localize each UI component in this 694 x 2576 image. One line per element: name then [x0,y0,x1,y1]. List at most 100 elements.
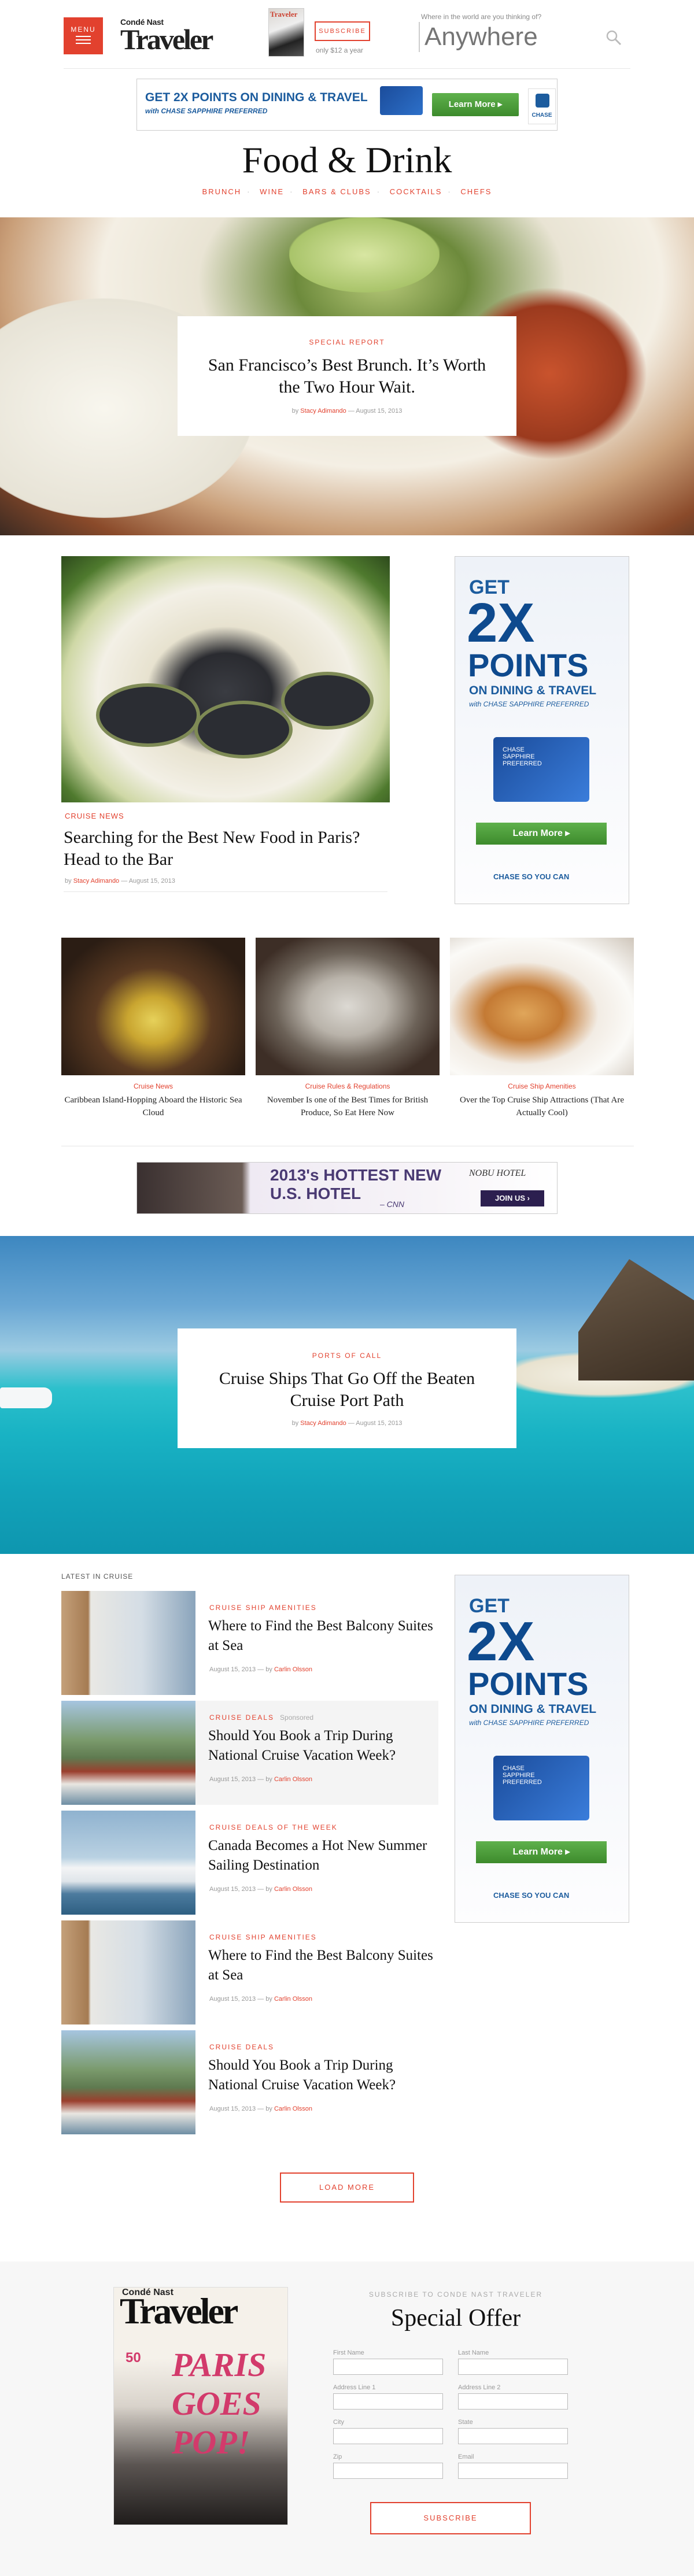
chase-sidebar-ad[interactable]: GET 2X POINTS ON DINING & TRAVEL with CH… [455,1575,629,1923]
address2-field[interactable] [458,2393,568,2410]
byline-author-link[interactable]: Stacy Adimando [73,878,120,884]
page-title: Food & Drink [242,139,452,180]
card-line: CHASE [503,746,525,753]
list-item[interactable]: CRUISE SHIP AMENITIES Where to Find the … [61,1920,438,2024]
search-input[interactable] [419,22,619,52]
credit-card-image: CHASE SAPPHIRE PREFERRED [493,1756,589,1820]
magazine-cover-thumbnail[interactable]: Traveler [268,8,304,57]
ad-learn-more-button[interactable]: Learn More ▸ [476,823,607,845]
subscribe-button[interactable]: SUBSCRIBE [315,21,370,41]
state-field[interactable] [458,2428,568,2444]
tile-kicker[interactable]: Cruise Rules & Regulations [256,1082,440,1090]
tile-title[interactable]: November Is one of the Best Times for Br… [256,1094,440,1119]
byline-author-link[interactable]: Carlin Olsson [274,1886,312,1893]
hero-title[interactable]: Cruise Ships That Go Off the Beaten Crui… [212,1368,482,1412]
address1-field[interactable] [333,2393,443,2410]
kicker-text: CRUISE SHIP AMENITIES [209,1604,317,1612]
feature-kicker[interactable]: CRUISE NEWS [65,812,124,820]
subscribe-submit-button[interactable]: SUBSCRIBE [370,2502,531,2534]
hero-card[interactable]: SPECIAL REPORT San Francisco’s Best Brun… [178,316,516,436]
nobu-hotel-banner-ad[interactable]: 2013's HOTTEST NEW U.S. HOTEL – CNN NOBU… [136,1162,558,1214]
article-thumbnail[interactable] [61,1811,195,1915]
byline-date: August 15, 2013 [209,1886,256,1893]
card-line: PREFERRED [503,1779,542,1786]
article-thumbnail[interactable] [61,2030,195,2134]
logo-wordmark: Traveler [120,23,213,55]
hero-byline: by Stacy Adimando — August 15, 2013 [178,408,516,414]
article-title[interactable]: Where to Find the Best Balcony Suites at… [208,1946,434,1985]
byline-by: by [265,1886,272,1893]
ad-line1: 2013's HOTTEST NEW [270,1166,442,1184]
credit-card-image [380,86,423,115]
ad-join-button[interactable]: JOIN US › [481,1190,544,1206]
list-item[interactable]: CRUISE DEALS OF THE WEEK Canada Becomes … [61,1811,438,1915]
ad-learn-more-button[interactable]: Learn More ▸ [432,93,519,116]
tile-title[interactable]: Caribbean Island-Hopping Aboard the Hist… [61,1094,245,1119]
list-item[interactable]: CRUISE SHIP AMENITIES Where to Find the … [61,1591,438,1695]
article-title[interactable]: Canada Becomes a Hot New Summer Sailing … [208,1836,434,1875]
subscribe-title: Special Offer [390,2305,521,2331]
chase-logo: CHASE [528,88,556,124]
article-kicker[interactable]: CRUISE DEALS [209,2043,274,2051]
chase-logo: CHASE SO YOU CAN [493,1891,570,1900]
list-item-sponsored[interactable]: CRUISE DEALS Sponsored Should You Book a … [61,1701,438,1805]
chase-banner-ad[interactable]: GET 2X POINTS ON DINING & TRAVEL with CH… [136,79,558,131]
article-byline: August 15, 2013 — by Carlin Olsson [209,1886,312,1893]
city-field[interactable] [333,2428,443,2444]
article-title[interactable]: Where to Find the Best Balcony Suites at… [208,1616,434,1656]
nav-brunch[interactable]: BRUNCH [202,187,242,196]
nav-bars-clubs[interactable]: BARS & CLUBS [302,187,371,196]
byline-author-link[interactable]: Carlin Olsson [274,1776,312,1783]
last-name-field[interactable] [458,2359,568,2375]
search-icon[interactable] [605,29,622,46]
tile-title[interactable]: Over the Top Cruise Ship Attractions (Th… [450,1094,634,1119]
byline-by: by [65,878,72,884]
tile-soup-image[interactable] [256,938,440,1075]
byline-author-link[interactable]: Stacy Adimando [300,1420,346,1427]
nobu-logo: NOBU HOTEL [469,1168,526,1178]
article-thumbnail[interactable] [61,1591,195,1695]
load-more-button[interactable]: LOAD MORE [280,2172,414,2203]
menu-button[interactable]: MENU [64,17,103,54]
list-item[interactable]: CRUISE DEALS Should You Book a Trip Duri… [61,2030,438,2134]
menu-label: MENU [71,25,96,34]
nav-cocktails[interactable]: COCKTAILS [390,187,442,196]
tile-wine-image[interactable] [61,938,245,1075]
magazine-cover[interactable]: Condé Nast Traveler 50 PARIS GOES POP! [113,2287,288,2525]
feature-title[interactable]: Searching for the Best New Food in Paris… [64,827,387,871]
hero-title[interactable]: San Francisco’s Best Brunch. It’s Worth … [201,354,493,398]
byline-author-link[interactable]: Carlin Olsson [274,1996,312,2003]
byline-dash: — [348,408,356,414]
card-line: PREFERRED [503,760,542,767]
hero-byline: by Stacy Adimando — August 15, 2013 [178,1420,516,1427]
email-field[interactable] [458,2463,568,2479]
byline-author-link[interactable]: Carlin Olsson [274,1666,312,1673]
hamburger-icon [76,36,91,37]
hero-card[interactable]: PORTS OF CALL Cruise Ships That Go Off t… [178,1328,516,1448]
byline-author-link[interactable]: Stacy Adimando [300,408,346,414]
article-title[interactable]: Should You Book a Trip During National C… [208,2056,434,2095]
article-title[interactable]: Should You Book a Trip During National C… [208,1726,434,1766]
feature-dish-image[interactable] [61,556,390,802]
tile-kicker[interactable]: Cruise Ship Amenities [450,1082,634,1090]
byline-dash: — [121,878,129,884]
site-logo[interactable]: Condé Nast Traveler [120,17,224,58]
nav-chefs[interactable]: CHEFS [460,187,492,196]
article-kicker[interactable]: CRUISE DEALS OF THE WEEK [209,1823,338,1831]
article-kicker[interactable]: CRUISE DEALS Sponsored [209,1713,313,1722]
article-thumbnail[interactable] [61,1920,195,2024]
article-kicker[interactable]: CRUISE SHIP AMENITIES [209,1604,317,1612]
byline-date: August 15, 2013 [209,1776,256,1783]
tile-kicker[interactable]: Cruise News [61,1082,245,1090]
magazine-thumb-title: Traveler [270,10,298,18]
article-thumbnail[interactable] [61,1701,195,1805]
ad-learn-more-button[interactable]: Learn More ▸ [476,1841,607,1863]
ad-with: with CHASE SAPPHIRE PREFERRED [469,700,589,708]
tile-dish-image[interactable] [450,938,634,1075]
nav-wine[interactable]: WINE [260,187,284,196]
byline-author-link[interactable]: Carlin Olsson [274,2105,312,2112]
chase-sidebar-ad[interactable]: GET 2X POINTS ON DINING & TRAVEL with CH… [455,556,629,904]
article-kicker[interactable]: CRUISE SHIP AMENITIES [209,1933,317,1941]
zip-field[interactable] [333,2463,443,2479]
first-name-field[interactable] [333,2359,443,2375]
